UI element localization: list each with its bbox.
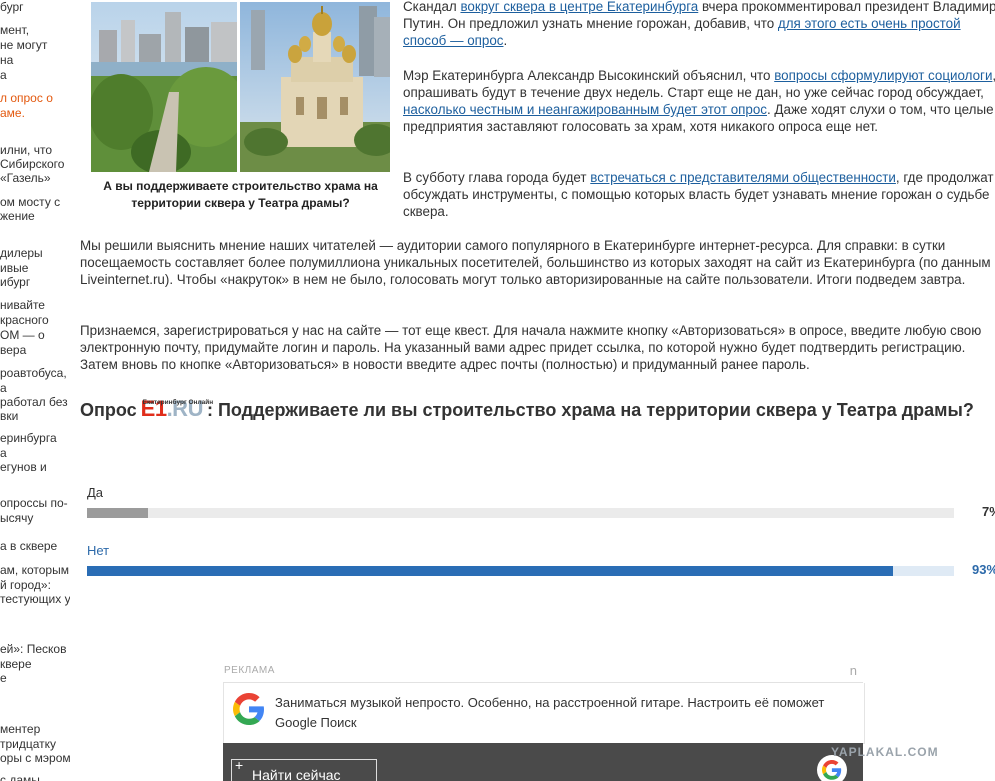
text-run: .: [503, 33, 508, 48]
sidebar-news-link[interactable]: вки: [0, 409, 18, 424]
sidebar-news-link[interactable]: ивые: [0, 261, 28, 276]
sidebar-news-link[interactable]: опроссы по-: [0, 496, 68, 511]
sidebar-news-link[interactable]: аме.: [0, 106, 25, 121]
sidebar-news-link[interactable]: ысячу: [0, 511, 33, 526]
sidebar-news-link[interactable]: с дамы: [0, 773, 40, 781]
google-logo-icon: [233, 693, 264, 725]
sidebar-news-link[interactable]: ментер: [0, 722, 40, 737]
poll-option-no-label[interactable]: Нет: [87, 543, 109, 558]
sidebar-news-link[interactable]: не могут: [0, 38, 47, 53]
poll-option-no-percent: 93%: [972, 562, 995, 577]
sidebar-news-link[interactable]: тридцатку: [0, 737, 56, 752]
article-paragraph-4: Мы решили выяснить мнение наших читателе…: [80, 238, 991, 287]
sidebar-news-link[interactable]: а: [0, 68, 7, 83]
ad-label: РЕКЛАМА: [224, 665, 275, 676]
sidebar-news-link[interactable]: дилеры: [0, 246, 43, 261]
photo-caption: А вы поддерживаете строительство храма н…: [103, 179, 378, 210]
poll-option-yes-label[interactable]: Да: [87, 485, 103, 500]
poll-question: : Поддерживаете ли вы строительство храм…: [206, 400, 974, 420]
article-link[interactable]: вопросы сформулируют социологи: [774, 68, 992, 83]
sidebar-news-link[interactable]: жение: [0, 209, 35, 224]
sidebar-news-link[interactable]: й город»:: [0, 578, 51, 593]
sidebar-news-link[interactable]: илни, что: [0, 143, 52, 158]
poll-option-yes-fill: [87, 508, 148, 518]
sidebar-news-link[interactable]: «Газель»: [0, 171, 51, 186]
sidebar-news-link[interactable]: квере: [0, 657, 32, 672]
sidebar-news-link[interactable]: е: [0, 671, 7, 686]
sidebar-news-link[interactable]: л опрос о: [0, 91, 53, 106]
sidebar-news-link[interactable]: нивайте: [0, 298, 45, 313]
article-link[interactable]: насколько честным и неангажированным буд…: [403, 102, 767, 117]
ad-header: РЕКЛАМА n: [223, 662, 863, 683]
text-run: Мэр Екатеринбурга Александр Высокинский …: [403, 68, 775, 83]
poll-title: Опрос Екатеринбург Онлайн E1.RU: Поддержив…: [80, 393, 980, 426]
sidebar-news-link[interactable]: ей»: Песков: [0, 642, 66, 657]
sidebar-news-link[interactable]: егунов и: [0, 460, 47, 475]
sidebar-news-link[interactable]: а в сквере: [0, 539, 57, 554]
poll-option-yes-percent: 7%: [982, 504, 995, 519]
text-run: В субботу глава города будет: [403, 170, 591, 185]
watermark: YAPLAKAL.COM: [831, 745, 939, 759]
sidebar-news-link[interactable]: мент,: [0, 23, 29, 38]
sidebar-news-link[interactable]: а: [0, 446, 7, 461]
poll-prefix: Опрос: [80, 400, 137, 420]
e1-logo-caption: Екатеринбург Онлайн: [142, 399, 214, 406]
sidebar-news-link[interactable]: тестующих у: [0, 592, 70, 607]
sidebar-news-link[interactable]: на: [0, 53, 13, 68]
sidebar-news-link[interactable]: роавтобуса,: [0, 366, 67, 381]
article-paragraph-5: Признаемся, зарегистрироваться у нас на …: [80, 323, 982, 372]
sidebar-news-link[interactable]: бург: [0, 0, 24, 15]
sidebar-news-link[interactable]: еринбурга: [0, 431, 57, 446]
sidebar-news-link[interactable]: а: [0, 381, 7, 396]
sidebar-news-list: бург мент, не могут на а л опрос о аме. илни, ч…: [0, 0, 70, 781]
article-paragraph-1: Скандал вокруг сквера в центре Екатеринб…: [403, 0, 995, 49]
ad-info-icon[interactable]: n: [850, 663, 857, 678]
find-now-button[interactable]: Найти сейчас: [231, 759, 377, 781]
ad-text[interactable]: Заниматься музыкой непросто. Особенно, н…: [275, 693, 835, 733]
ad-teaser[interactable]: Заниматься музыкой непросто. Особенно, н…: [223, 683, 865, 744]
sidebar-news-link[interactable]: ам, которым: [0, 563, 69, 578]
article-paragraph-3: В субботу глава города будет встречаться…: [403, 169, 995, 220]
sidebar-news-link[interactable]: ОМ — о: [0, 328, 45, 343]
sidebar-news-link[interactable]: оры с мэром: [0, 751, 70, 766]
poll-option-no-bar[interactable]: [87, 566, 954, 576]
sidebar-news-link[interactable]: вера: [0, 343, 26, 358]
article-link[interactable]: вокруг сквера в центре Екатеринбурга: [460, 0, 698, 14]
article-link[interactable]: встречаться с представителями общественн…: [590, 170, 896, 185]
text-run: Скандал: [403, 0, 461, 14]
ad-banner[interactable]: + Найти сейчас: [223, 743, 863, 781]
sidebar-news-link[interactable]: работал без: [0, 395, 68, 410]
poll-option-no-fill: [87, 566, 894, 576]
e1-logo[interactable]: Екатеринбург Онлайн E1.RU: [141, 393, 213, 426]
article-paragraph-2: Мэр Екатеринбурга Александр Высокинский …: [403, 67, 995, 135]
sidebar-news-link[interactable]: красного: [0, 313, 49, 328]
poll-option-yes-bar[interactable]: [87, 508, 954, 518]
sidebar-news-link[interactable]: ибург: [0, 275, 30, 290]
article-photo: [91, 2, 390, 172]
sidebar-news-link[interactable]: ом мосту с: [0, 195, 60, 210]
sidebar-news-link[interactable]: Сибирского: [0, 157, 64, 172]
